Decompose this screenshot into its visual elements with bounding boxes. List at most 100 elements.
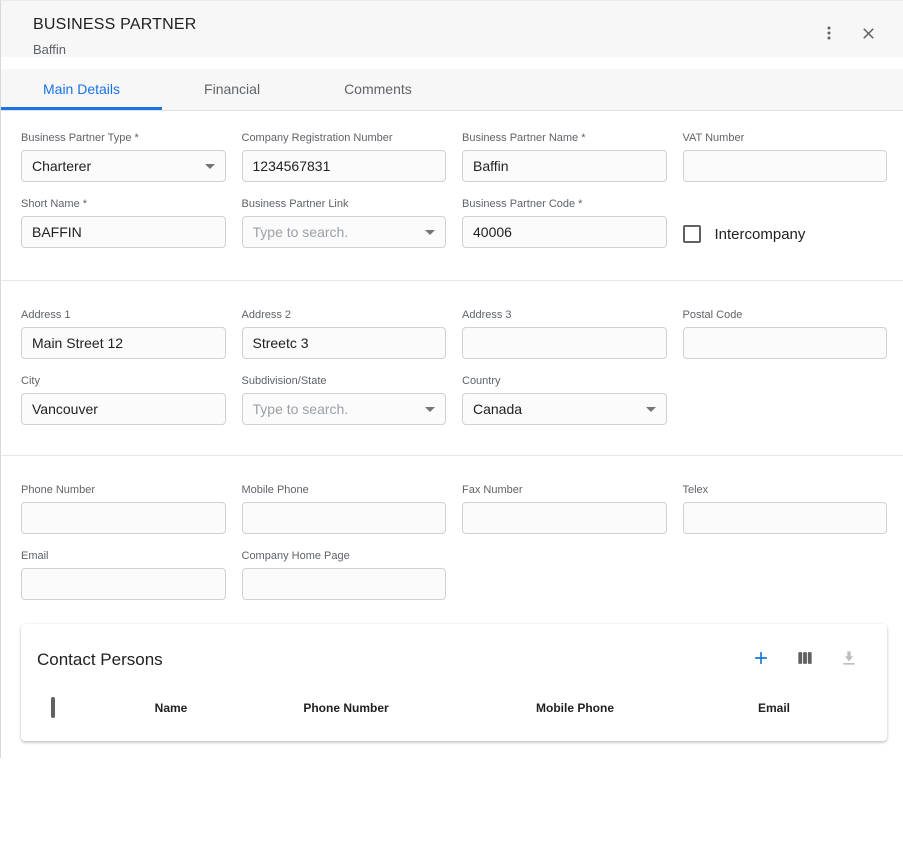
field-short-name: Short Name * bbox=[21, 198, 226, 250]
field-label: Email bbox=[21, 550, 226, 562]
business-partner-panel: BUSINESS PARTNER Baffin Main Details Fin… bbox=[0, 0, 903, 758]
add-contact-button[interactable] bbox=[749, 646, 773, 673]
close-button[interactable] bbox=[854, 19, 883, 51]
page-title: BUSINESS PARTNER bbox=[33, 16, 197, 34]
kebab-menu-icon bbox=[819, 23, 839, 46]
business-partner-name-input[interactable] bbox=[462, 150, 667, 182]
select-all-checkbox[interactable] bbox=[51, 697, 55, 718]
field-company-registration-number: Company Registration Number bbox=[242, 132, 447, 182]
address-1-input[interactable] bbox=[21, 327, 226, 359]
field-mobile-phone: Mobile Phone bbox=[242, 484, 447, 534]
field-city: City bbox=[21, 375, 226, 425]
field-label: Country bbox=[462, 375, 667, 387]
field-business-partner-name: Business Partner Name * bbox=[462, 132, 667, 182]
contact-persons-title: Contact Persons bbox=[37, 650, 163, 670]
field-business-partner-type: Business Partner Type * Charterer bbox=[21, 132, 226, 182]
postal-code-input[interactable] bbox=[683, 327, 888, 359]
company-registration-number-input[interactable] bbox=[242, 150, 447, 182]
vat-number-input[interactable] bbox=[683, 150, 888, 182]
tab-financial[interactable]: Financial bbox=[162, 69, 302, 110]
chevron-down-icon bbox=[646, 407, 656, 412]
main-details-form: Business Partner Type * Charterer Compan… bbox=[1, 111, 903, 741]
tab-main-details[interactable]: Main Details bbox=[1, 69, 162, 110]
field-email: Email bbox=[21, 550, 226, 600]
field-subdivision-state: Subdivision/State Type to search. bbox=[242, 375, 447, 425]
mobile-phone-input[interactable] bbox=[242, 502, 447, 534]
tab-comments[interactable]: Comments bbox=[302, 69, 454, 110]
city-input[interactable] bbox=[21, 393, 226, 425]
chevron-down-icon bbox=[425, 230, 435, 235]
field-label: Phone Number bbox=[21, 484, 226, 496]
field-label: Telex bbox=[683, 484, 888, 496]
chevron-down-icon bbox=[425, 407, 435, 412]
column-header-phone-number: Phone Number bbox=[231, 701, 461, 715]
field-label: Address 2 bbox=[242, 309, 447, 321]
form-row: Phone Number Mobile Phone Fax Number Tel… bbox=[21, 484, 887, 534]
plus-icon bbox=[751, 648, 771, 671]
column-header-mobile-phone: Mobile Phone bbox=[461, 701, 689, 715]
field-label: Business Partner Code * bbox=[462, 198, 667, 210]
business-partner-type-select[interactable]: Charterer bbox=[21, 150, 226, 182]
field-business-partner-code: Business Partner Code * bbox=[462, 198, 667, 250]
field-label: Address 3 bbox=[462, 309, 667, 321]
page-subtitle: Baffin bbox=[33, 42, 197, 57]
short-name-input[interactable] bbox=[21, 216, 226, 248]
country-select[interactable]: Canada bbox=[462, 393, 667, 425]
download-button[interactable] bbox=[837, 646, 861, 673]
email-input[interactable] bbox=[21, 568, 226, 600]
field-business-partner-link: Business Partner Link Type to search. bbox=[242, 198, 447, 250]
field-postal-code: Postal Code bbox=[683, 309, 888, 359]
field-telex: Telex bbox=[683, 484, 888, 534]
select-value: Charterer bbox=[32, 158, 199, 174]
field-vat-number: VAT Number bbox=[683, 132, 888, 182]
select-placeholder: Type to search. bbox=[253, 224, 420, 240]
section-divider bbox=[1, 280, 903, 281]
close-icon bbox=[859, 24, 878, 46]
field-company-home-page: Company Home Page bbox=[242, 550, 447, 600]
contact-persons-actions bbox=[749, 646, 861, 673]
form-row: Short Name * Business Partner Link Type … bbox=[21, 198, 887, 250]
field-address-1: Address 1 bbox=[21, 309, 226, 359]
field-address-3: Address 3 bbox=[462, 309, 667, 359]
tab-bar: Main Details Financial Comments bbox=[1, 69, 903, 111]
field-address-2: Address 2 bbox=[242, 309, 447, 359]
form-row: Business Partner Type * Charterer Compan… bbox=[21, 132, 887, 182]
field-label: Short Name * bbox=[21, 198, 226, 210]
field-fax-number: Fax Number bbox=[462, 484, 667, 534]
business-partner-link-select[interactable]: Type to search. bbox=[242, 216, 447, 248]
company-home-page-input[interactable] bbox=[242, 568, 447, 600]
section-divider bbox=[1, 455, 903, 456]
columns-button[interactable] bbox=[793, 646, 817, 673]
field-label: Company Home Page bbox=[242, 550, 447, 562]
field-phone-number: Phone Number bbox=[21, 484, 226, 534]
business-partner-code-input[interactable] bbox=[462, 216, 667, 248]
address-2-input[interactable] bbox=[242, 327, 447, 359]
contact-persons-header: Contact Persons bbox=[21, 624, 887, 679]
form-row: City Subdivision/State Type to search. C… bbox=[21, 375, 887, 425]
field-country: Country Canada bbox=[462, 375, 667, 425]
field-label: Company Registration Number bbox=[242, 132, 447, 144]
fax-number-input[interactable] bbox=[462, 502, 667, 534]
select-all-cell bbox=[21, 699, 111, 717]
phone-number-input[interactable] bbox=[21, 502, 226, 534]
field-label: Address 1 bbox=[21, 309, 226, 321]
form-row: Address 1 Address 2 Address 3 Postal Cod… bbox=[21, 309, 887, 359]
form-row: Email Company Home Page bbox=[21, 550, 887, 600]
telex-input[interactable] bbox=[683, 502, 888, 534]
panel-header-text: BUSINESS PARTNER Baffin bbox=[33, 16, 197, 57]
field-label: Business Partner Link bbox=[242, 198, 447, 210]
intercompany-checkbox[interactable] bbox=[683, 225, 701, 243]
field-label: Fax Number bbox=[462, 484, 667, 496]
field-label: City bbox=[21, 375, 226, 387]
contact-persons-card: Contact Persons bbox=[21, 624, 887, 741]
subdivision-state-select[interactable]: Type to search. bbox=[242, 393, 447, 425]
chevron-down-icon bbox=[205, 164, 215, 169]
contact-persons-table-header: Name Phone Number Mobile Phone Email bbox=[21, 679, 887, 737]
columns-icon bbox=[795, 648, 815, 671]
panel-header: BUSINESS PARTNER Baffin bbox=[1, 1, 903, 57]
column-header-name: Name bbox=[111, 701, 231, 715]
field-label: VAT Number bbox=[683, 132, 888, 144]
address-3-input[interactable] bbox=[462, 327, 667, 359]
select-value: Canada bbox=[473, 401, 640, 417]
more-options-button[interactable] bbox=[814, 18, 844, 51]
